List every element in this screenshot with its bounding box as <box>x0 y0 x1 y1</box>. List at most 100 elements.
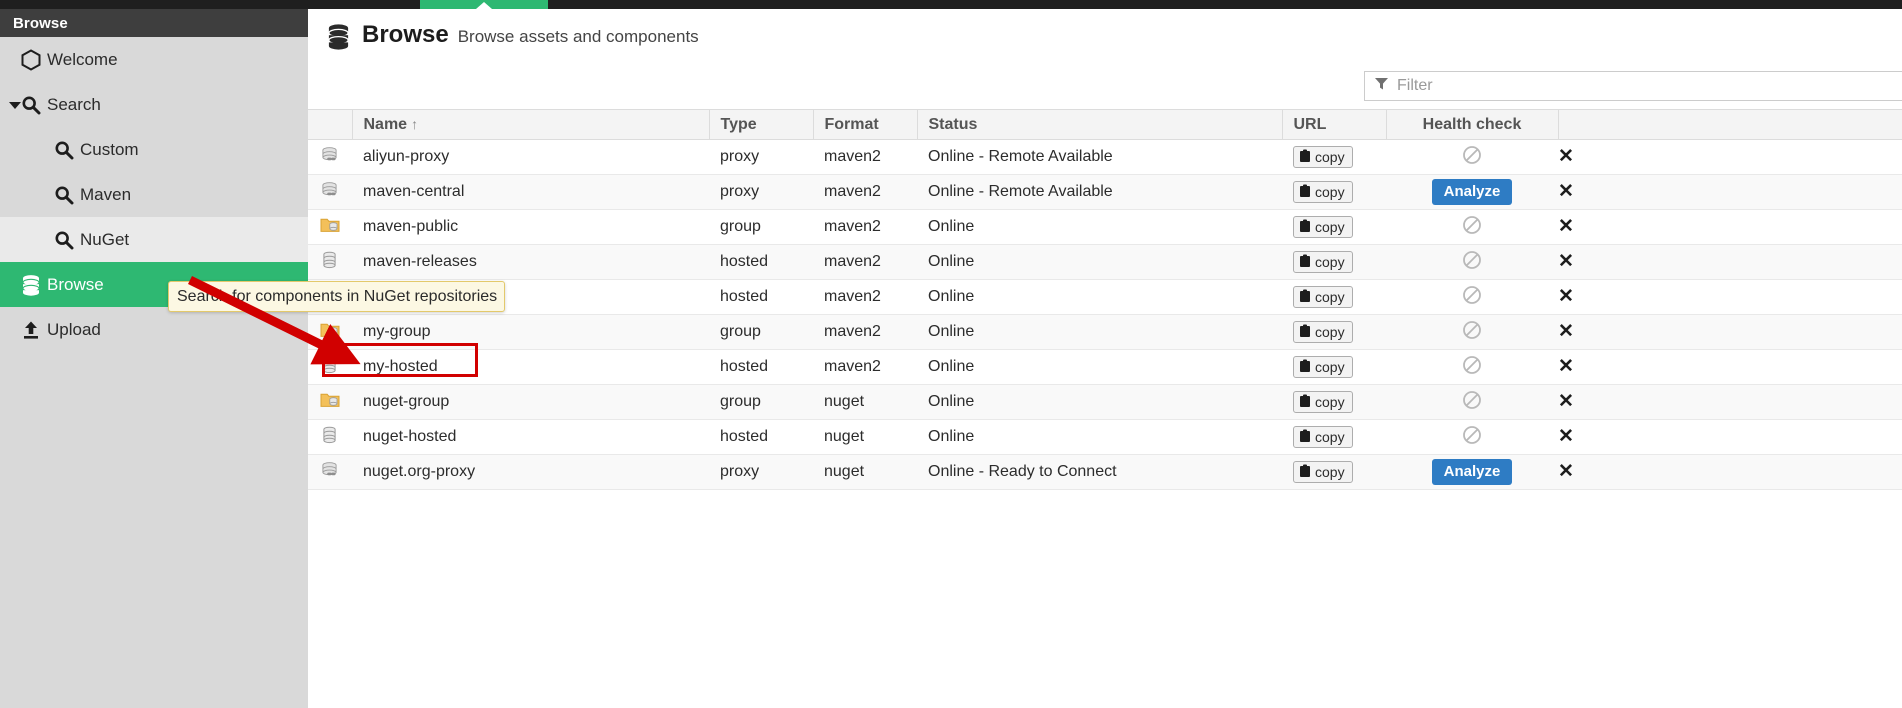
copy-url-button[interactable]: copy <box>1293 391 1353 413</box>
clipboard-icon <box>1299 359 1311 375</box>
copy-url-button[interactable]: copy <box>1293 216 1353 238</box>
copy-url-button[interactable]: copy <box>1293 356 1353 378</box>
column-header-type[interactable]: Type <box>709 110 813 140</box>
column-header-url[interactable]: URL <box>1282 110 1386 140</box>
cell-status: Online - Remote Available <box>917 175 1282 210</box>
copy-url-button[interactable]: copy <box>1293 321 1353 343</box>
table-row[interactable]: hostedmaven2Onlinecopy✕ <box>308 280 1902 315</box>
browser-active-tab[interactable] <box>420 0 548 9</box>
cell-name[interactable]: maven-releases <box>352 245 709 280</box>
clipboard-icon <box>1299 254 1311 270</box>
table-body: aliyun-proxyproxymaven2Online - Remote A… <box>308 140 1902 490</box>
x-icon[interactable]: ✕ <box>1558 321 1574 342</box>
sidebar-item-upload[interactable]: Upload <box>0 307 308 352</box>
column-label: URL <box>1294 116 1327 133</box>
x-icon[interactable]: ✕ <box>1558 146 1574 167</box>
x-icon[interactable]: ✕ <box>1558 356 1574 377</box>
table-row[interactable]: maven-publicgroupmaven2Onlinecopy✕ <box>308 210 1902 245</box>
table-row[interactable]: my-hostedhostedmaven2Onlinecopy✕ <box>308 350 1902 385</box>
table-row[interactable]: nuget-hostedhostednugetOnlinecopy✕ <box>308 420 1902 455</box>
column-header-format[interactable]: Format <box>813 110 917 140</box>
table-row[interactable]: aliyun-proxyproxymaven2Online - Remote A… <box>308 140 1902 175</box>
table-row[interactable]: nuget-groupgroupnugetOnlinecopy✕ <box>308 385 1902 420</box>
table-row[interactable]: nuget.org-proxyproxynugetOnline - Ready … <box>308 455 1902 490</box>
cell-url: copy <box>1282 455 1386 490</box>
copy-button-label: copy <box>1315 395 1345 409</box>
copy-url-button[interactable]: copy <box>1293 286 1353 308</box>
analyze-button[interactable]: Analyze <box>1432 459 1513 485</box>
sidebar-item-search[interactable]: Search <box>0 82 308 127</box>
copy-url-button[interactable]: copy <box>1293 146 1353 168</box>
column-header-name[interactable]: Name↑ <box>352 110 709 140</box>
cell-url: copy <box>1282 245 1386 280</box>
browser-top-strip <box>0 0 1902 9</box>
no-entry-icon <box>1462 390 1482 410</box>
no-entry-icon <box>1462 425 1482 445</box>
cell-name[interactable]: maven-central <box>352 175 709 210</box>
cell-type: hosted <box>709 350 813 385</box>
column-header-status[interactable]: Status <box>917 110 1282 140</box>
search-icon <box>54 185 80 205</box>
column-label: Status <box>929 116 978 133</box>
cell-name[interactable]: nuget-group <box>352 385 709 420</box>
x-icon[interactable]: ✕ <box>1558 251 1574 272</box>
table-row[interactable]: maven-centralproxymaven2Online - Remote … <box>308 175 1902 210</box>
copy-button-label: copy <box>1315 290 1345 304</box>
filter-box[interactable] <box>1364 71 1902 101</box>
cell-name[interactable]: nuget-hosted <box>352 420 709 455</box>
x-icon[interactable]: ✕ <box>1558 426 1574 447</box>
cell-status: Online <box>917 420 1282 455</box>
cell-iq: ✕ <box>1558 455 1902 490</box>
page-subtitle: Browse assets and components <box>458 27 699 46</box>
group-repo-icon <box>320 221 340 238</box>
copy-url-button[interactable]: copy <box>1293 181 1353 203</box>
x-icon[interactable]: ✕ <box>1558 461 1574 482</box>
sidebar-item-welcome[interactable]: Welcome <box>0 37 308 82</box>
copy-url-button[interactable]: copy <box>1293 426 1353 448</box>
sidebar: Browse Welcome Search Custom Mave <box>0 9 308 708</box>
column-header-iq[interactable] <box>1558 110 1902 140</box>
copy-url-button[interactable]: copy <box>1293 251 1353 273</box>
row-type-icon-cell <box>308 245 352 280</box>
x-icon[interactable]: ✕ <box>1558 181 1574 202</box>
cell-name[interactable]: aliyun-proxy <box>352 140 709 175</box>
cell-health-check <box>1386 315 1558 350</box>
sidebar-item-custom[interactable]: Custom <box>0 127 308 172</box>
cell-name[interactable]: my-hosted <box>352 350 709 385</box>
row-type-icon-cell <box>308 385 352 420</box>
table-row[interactable]: maven-releaseshostedmaven2Onlinecopy✕ <box>308 245 1902 280</box>
cell-health-check <box>1386 140 1558 175</box>
copy-button-label: copy <box>1315 325 1345 339</box>
proxy-repo-icon <box>320 466 340 483</box>
funnel-icon <box>1374 76 1397 96</box>
table-row[interactable]: my-groupgroupmaven2Onlinecopy✕ <box>308 315 1902 350</box>
x-icon[interactable]: ✕ <box>1558 391 1574 412</box>
sidebar-item-nuget[interactable]: NuGet <box>0 217 308 262</box>
sort-asc-icon: ↑ <box>411 116 418 132</box>
cell-health-check: Analyze <box>1386 175 1558 210</box>
no-entry-icon <box>1462 355 1482 375</box>
chevron-down-icon[interactable] <box>9 102 21 109</box>
search-icon <box>54 140 80 160</box>
analyze-button[interactable]: Analyze <box>1432 179 1513 205</box>
x-icon[interactable]: ✕ <box>1558 216 1574 237</box>
cell-iq: ✕ <box>1558 350 1902 385</box>
cell-format: nuget <box>813 385 917 420</box>
row-type-icon-cell <box>308 175 352 210</box>
cell-name[interactable]: my-group <box>352 315 709 350</box>
copy-url-button[interactable]: copy <box>1293 461 1353 483</box>
x-icon[interactable]: ✕ <box>1558 286 1574 307</box>
cell-format: maven2 <box>813 210 917 245</box>
search-icon <box>54 230 80 250</box>
no-entry-icon <box>1462 320 1482 340</box>
row-type-icon-cell <box>308 350 352 385</box>
column-header-health-check[interactable]: Health check <box>1386 110 1558 140</box>
sidebar-item-label: Browse <box>47 275 104 295</box>
copy-button-label: copy <box>1315 220 1345 234</box>
sidebar-item-maven[interactable]: Maven <box>0 172 308 217</box>
column-header-icon[interactable] <box>308 110 352 140</box>
cell-name[interactable]: nuget.org-proxy <box>352 455 709 490</box>
search-icon <box>21 95 47 115</box>
cell-name[interactable]: maven-public <box>352 210 709 245</box>
filter-input[interactable] <box>1397 77 1902 95</box>
